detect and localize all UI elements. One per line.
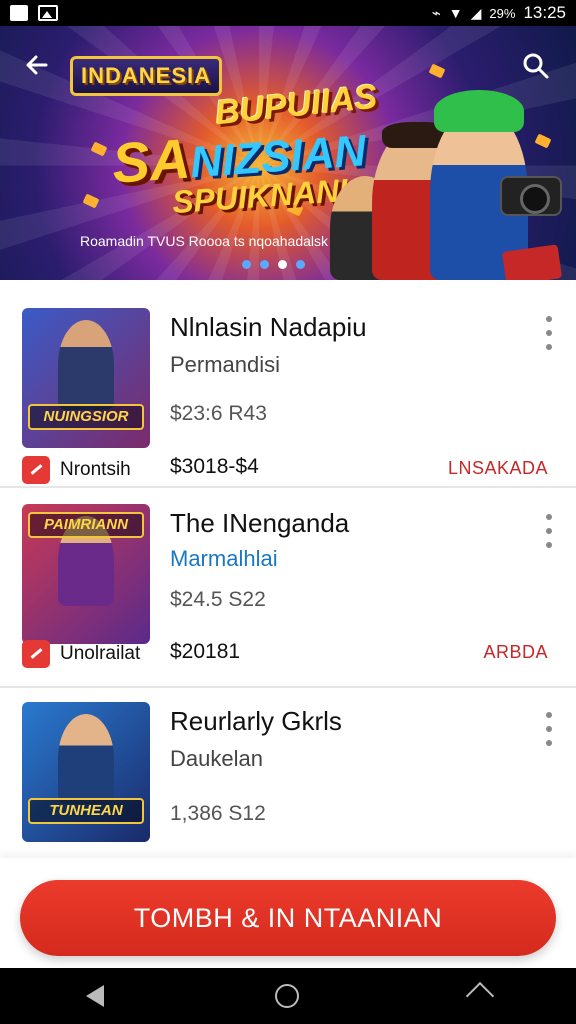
game-thumbnail[interactable]: TUNHEAN — [22, 702, 150, 842]
more-options-button[interactable] — [544, 514, 554, 548]
game-tag: ARBDA — [483, 642, 548, 662]
badge-label: Nrontsih — [60, 459, 131, 480]
list-item[interactable]: TUNHEAN Reurlarly Gkrls Daukelan 1,386 S… — [0, 688, 576, 858]
game-subtitle: Permandisi — [170, 352, 281, 377]
game-price-secondary: $20181 — [170, 640, 241, 663]
game-list[interactable]: NUINGSIOR Nlnlasin Nadapiu Permandisi $2… — [0, 280, 576, 858]
trending-icon — [22, 456, 50, 484]
back-button[interactable] — [22, 50, 58, 86]
game-title[interactable]: Reurlarly Gkrls — [170, 706, 342, 737]
more-options-button[interactable] — [544, 712, 554, 746]
signal-icon: ◢ — [470, 4, 482, 21]
more-options-button[interactable] — [544, 316, 554, 350]
nav-home-icon[interactable] — [274, 984, 299, 1008]
vibrate-icon: ⌁ — [431, 5, 441, 22]
nav-back-icon[interactable] — [85, 985, 104, 1007]
primary-action-button[interactable]: TOMBH & IN NTAANIAN — [20, 880, 556, 956]
list-item[interactable]: NUINGSIOR Nlnlasin Nadapiu Permandisi $2… — [0, 280, 576, 488]
arrow-left-icon — [26, 55, 48, 75]
carousel-dot[interactable] — [242, 260, 251, 269]
clock: 13:25 — [523, 3, 566, 22]
battery-level: 29% — [489, 5, 516, 21]
carousel-dot-active[interactable] — [278, 260, 287, 269]
carousel-dot[interactable] — [296, 260, 305, 269]
wifi-icon: ▼ — [448, 5, 463, 21]
hero-caption: Roamadin TVUS Roooa ts nqoahadalsk — [80, 233, 329, 249]
nav-recent-icon[interactable] — [466, 981, 495, 1011]
game-price: 1,386 S12 — [170, 802, 266, 825]
game-badge: Unolrailat — [22, 640, 140, 668]
gallery-notification-icon — [38, 5, 58, 21]
game-subtitle[interactable]: Marmalhlai — [170, 546, 278, 572]
game-title[interactable]: Nlnlasin Nadapiu — [170, 312, 367, 343]
game-subtitle: Daukelan — [170, 746, 263, 771]
search-icon — [523, 53, 549, 79]
thumbnail-title: PAIMRIANN — [28, 512, 144, 538]
carousel-dot[interactable] — [260, 260, 269, 269]
notification-icon — [10, 5, 28, 21]
thumbnail-title: NUINGSIOR — [28, 404, 144, 430]
game-price-secondary: $3018-$4 — [170, 455, 259, 478]
game-tag: LNSAKADA — [447, 458, 548, 478]
thumbnail-character — [58, 320, 114, 410]
camera-icon — [500, 176, 562, 216]
game-thumbnail[interactable]: NUINGSIOR — [22, 308, 150, 448]
trending-icon — [22, 640, 50, 668]
cta-bar: TOMBH & IN NTAANIAN — [0, 858, 576, 968]
status-bar: ⌁ ▼ ◢ 29% 13:25 — [0, 0, 576, 26]
game-thumbnail[interactable]: PAIMRIANN — [22, 504, 150, 644]
game-title[interactable]: The INenganda — [170, 508, 349, 539]
carousel-indicator[interactable] — [242, 260, 305, 269]
search-button[interactable] — [520, 50, 556, 86]
thumbnail-character — [58, 714, 114, 804]
badge-label: Unolrailat — [60, 643, 141, 664]
thumbnail-title: TUNHEAN — [28, 798, 144, 824]
hero-logo-badge: INDANESIA — [70, 56, 223, 96]
list-item[interactable]: PAIMRIANN The INenganda Marmalhlai $24.5… — [0, 488, 576, 688]
system-nav-bar — [0, 968, 576, 1024]
game-price: $23:6 R43 — [170, 402, 267, 425]
hero-banner[interactable]: INDANESIA BUPUIIAS SANIZSIAN SPUIKNANI R… — [0, 26, 576, 280]
game-price: $24.5 S22 — [170, 588, 266, 611]
game-badge: Nrontsih — [22, 456, 131, 484]
